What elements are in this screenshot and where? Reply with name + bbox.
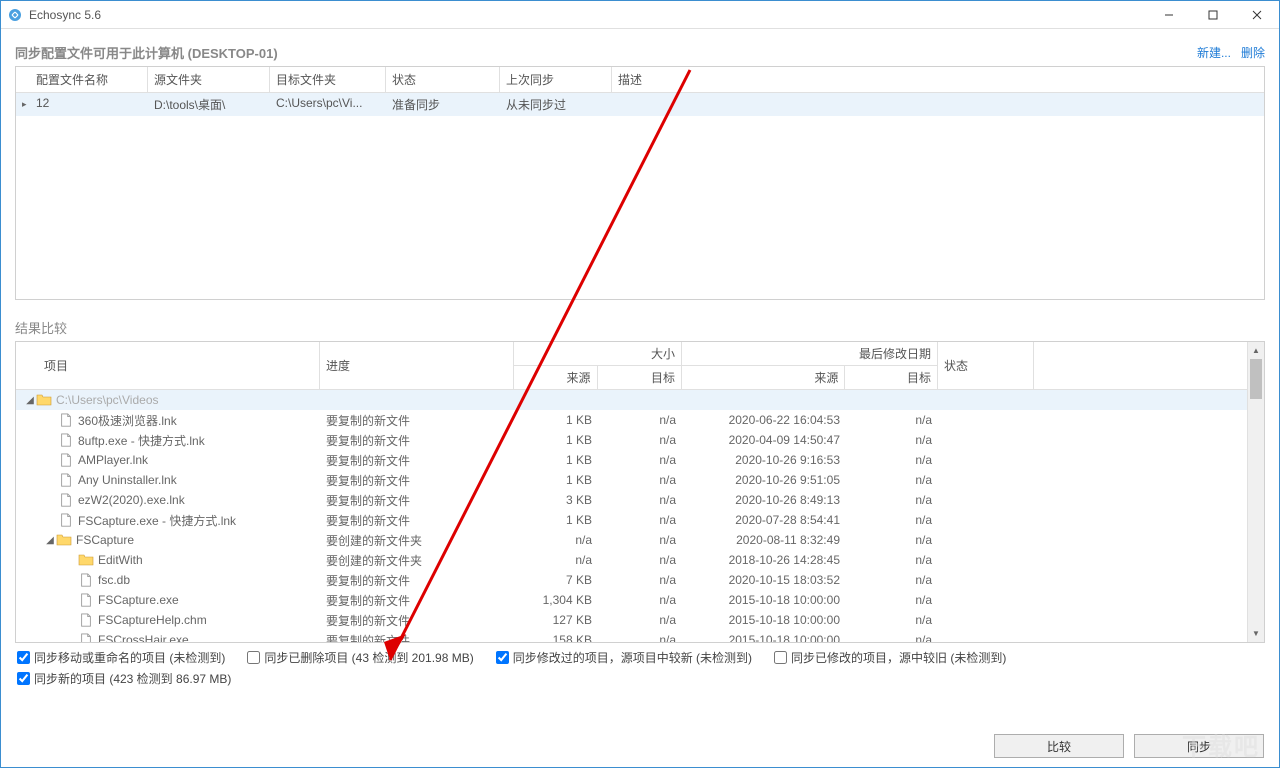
col-size[interactable]: 大小 [514, 342, 681, 366]
results-grid[interactable]: 项目 进度 大小 来源 目标 最后修改日期 来源 目标 状态 [15, 341, 1265, 643]
maximize-button[interactable] [1191, 1, 1235, 29]
col-expand [16, 67, 30, 92]
tree-row[interactable]: fsc.db要复制的新文件7 KBn/a2020-10-15 18:03:52n… [16, 570, 1247, 590]
tree-row[interactable]: Any Uninstaller.lnk要复制的新文件1 KBn/a2020-10… [16, 470, 1247, 490]
tree-row[interactable]: EditWith要创建的新文件夹n/an/a2018-10-26 14:28:4… [16, 550, 1247, 570]
scroll-thumb[interactable] [1250, 359, 1262, 399]
col-progress[interactable]: 进度 [320, 342, 514, 389]
scrollbar[interactable]: ▲ ▼ [1247, 342, 1264, 642]
tree-row[interactable]: 360极速浏览器.lnk要复制的新文件1 KBn/a2020-06-22 16:… [16, 410, 1247, 430]
check-deleted[interactable]: 同步已删除项目 (43 检测到 201.98 MB) [247, 649, 473, 666]
tree-row[interactable]: FSCaptureHelp.chm要复制的新文件127 KBn/a2015-10… [16, 610, 1247, 630]
profile-row[interactable]: 12 D:\tools\桌面\ C:\Users\pc\Vi... 准备同步 从… [16, 93, 1264, 116]
col-date-dst[interactable]: 目标 [845, 366, 937, 389]
col-date[interactable]: 最后修改日期 [682, 342, 937, 366]
minimize-button[interactable] [1147, 1, 1191, 29]
check-modified-newer[interactable]: 同步修改过的项目，源项目中较新 (未检测到) [496, 649, 752, 666]
close-button[interactable] [1235, 1, 1279, 29]
tree-row[interactable]: ◢FSCapture要创建的新文件夹n/an/a2020-08-11 8:32:… [16, 530, 1247, 550]
scroll-up-button[interactable]: ▲ [1248, 342, 1264, 359]
scroll-down-button[interactable]: ▼ [1248, 625, 1264, 642]
compare-button[interactable]: 比较 [994, 734, 1124, 758]
new-profile-link[interactable]: 新建... [1197, 44, 1231, 61]
tree-row[interactable]: FSCapture.exe要复制的新文件1,304 KBn/a2015-10-1… [16, 590, 1247, 610]
tree-root-row[interactable]: ◢C:\Users\pc\Videos [16, 390, 1247, 410]
window-title: Echosync 5.6 [29, 8, 1147, 22]
col-state[interactable]: 状态 [386, 67, 500, 92]
col-desc[interactable]: 描述 [612, 67, 1264, 92]
sync-button[interactable]: 同步 [1134, 734, 1264, 758]
section1-title: 同步配置文件可用于此计算机 (DESKTOP-01) [15, 43, 1187, 62]
col-item[interactable]: 项目 [16, 342, 320, 389]
profiles-grid[interactable]: 配置文件名称 源文件夹 目标文件夹 状态 上次同步 描述 12 D:\tools… [15, 66, 1265, 300]
col-name[interactable]: 配置文件名称 [30, 67, 148, 92]
check-new[interactable]: 同步新的项目 (423 检测到 86.97 MB) [17, 670, 1263, 687]
col-state2[interactable]: 状态 [938, 342, 1034, 389]
col-src[interactable]: 源文件夹 [148, 67, 270, 92]
col-date-src[interactable]: 来源 [682, 366, 845, 389]
tree-row[interactable]: FSCapture.exe - 快捷方式.lnk要复制的新文件1 KBn/a20… [16, 510, 1247, 530]
section2-title: 结果比较 [15, 318, 1265, 337]
col-last[interactable]: 上次同步 [500, 67, 612, 92]
check-modified-older[interactable]: 同步已修改的项目，源中较旧 (未检测到) [774, 649, 1006, 666]
titlebar: Echosync 5.6 [1, 1, 1279, 29]
tree-row[interactable]: AMPlayer.lnk要复制的新文件1 KBn/a2020-10-26 9:1… [16, 450, 1247, 470]
tree-row[interactable]: ezW2(2020).exe.lnk要复制的新文件3 KBn/a2020-10-… [16, 490, 1247, 510]
col-size-src[interactable]: 来源 [514, 366, 598, 389]
col-dst[interactable]: 目标文件夹 [270, 67, 386, 92]
delete-profile-link[interactable]: 删除 [1241, 44, 1265, 61]
tree-row[interactable]: 8uftp.exe - 快捷方式.lnk要复制的新文件1 KBn/a2020-0… [16, 430, 1247, 450]
tree-row[interactable]: FSCrossHair.exe要复制的新文件158 KBn/a2015-10-1… [16, 630, 1247, 642]
app-icon [7, 7, 23, 23]
col-size-dst[interactable]: 目标 [598, 366, 682, 389]
check-moved[interactable]: 同步移动或重命名的项目 (未检测到) [17, 649, 225, 666]
